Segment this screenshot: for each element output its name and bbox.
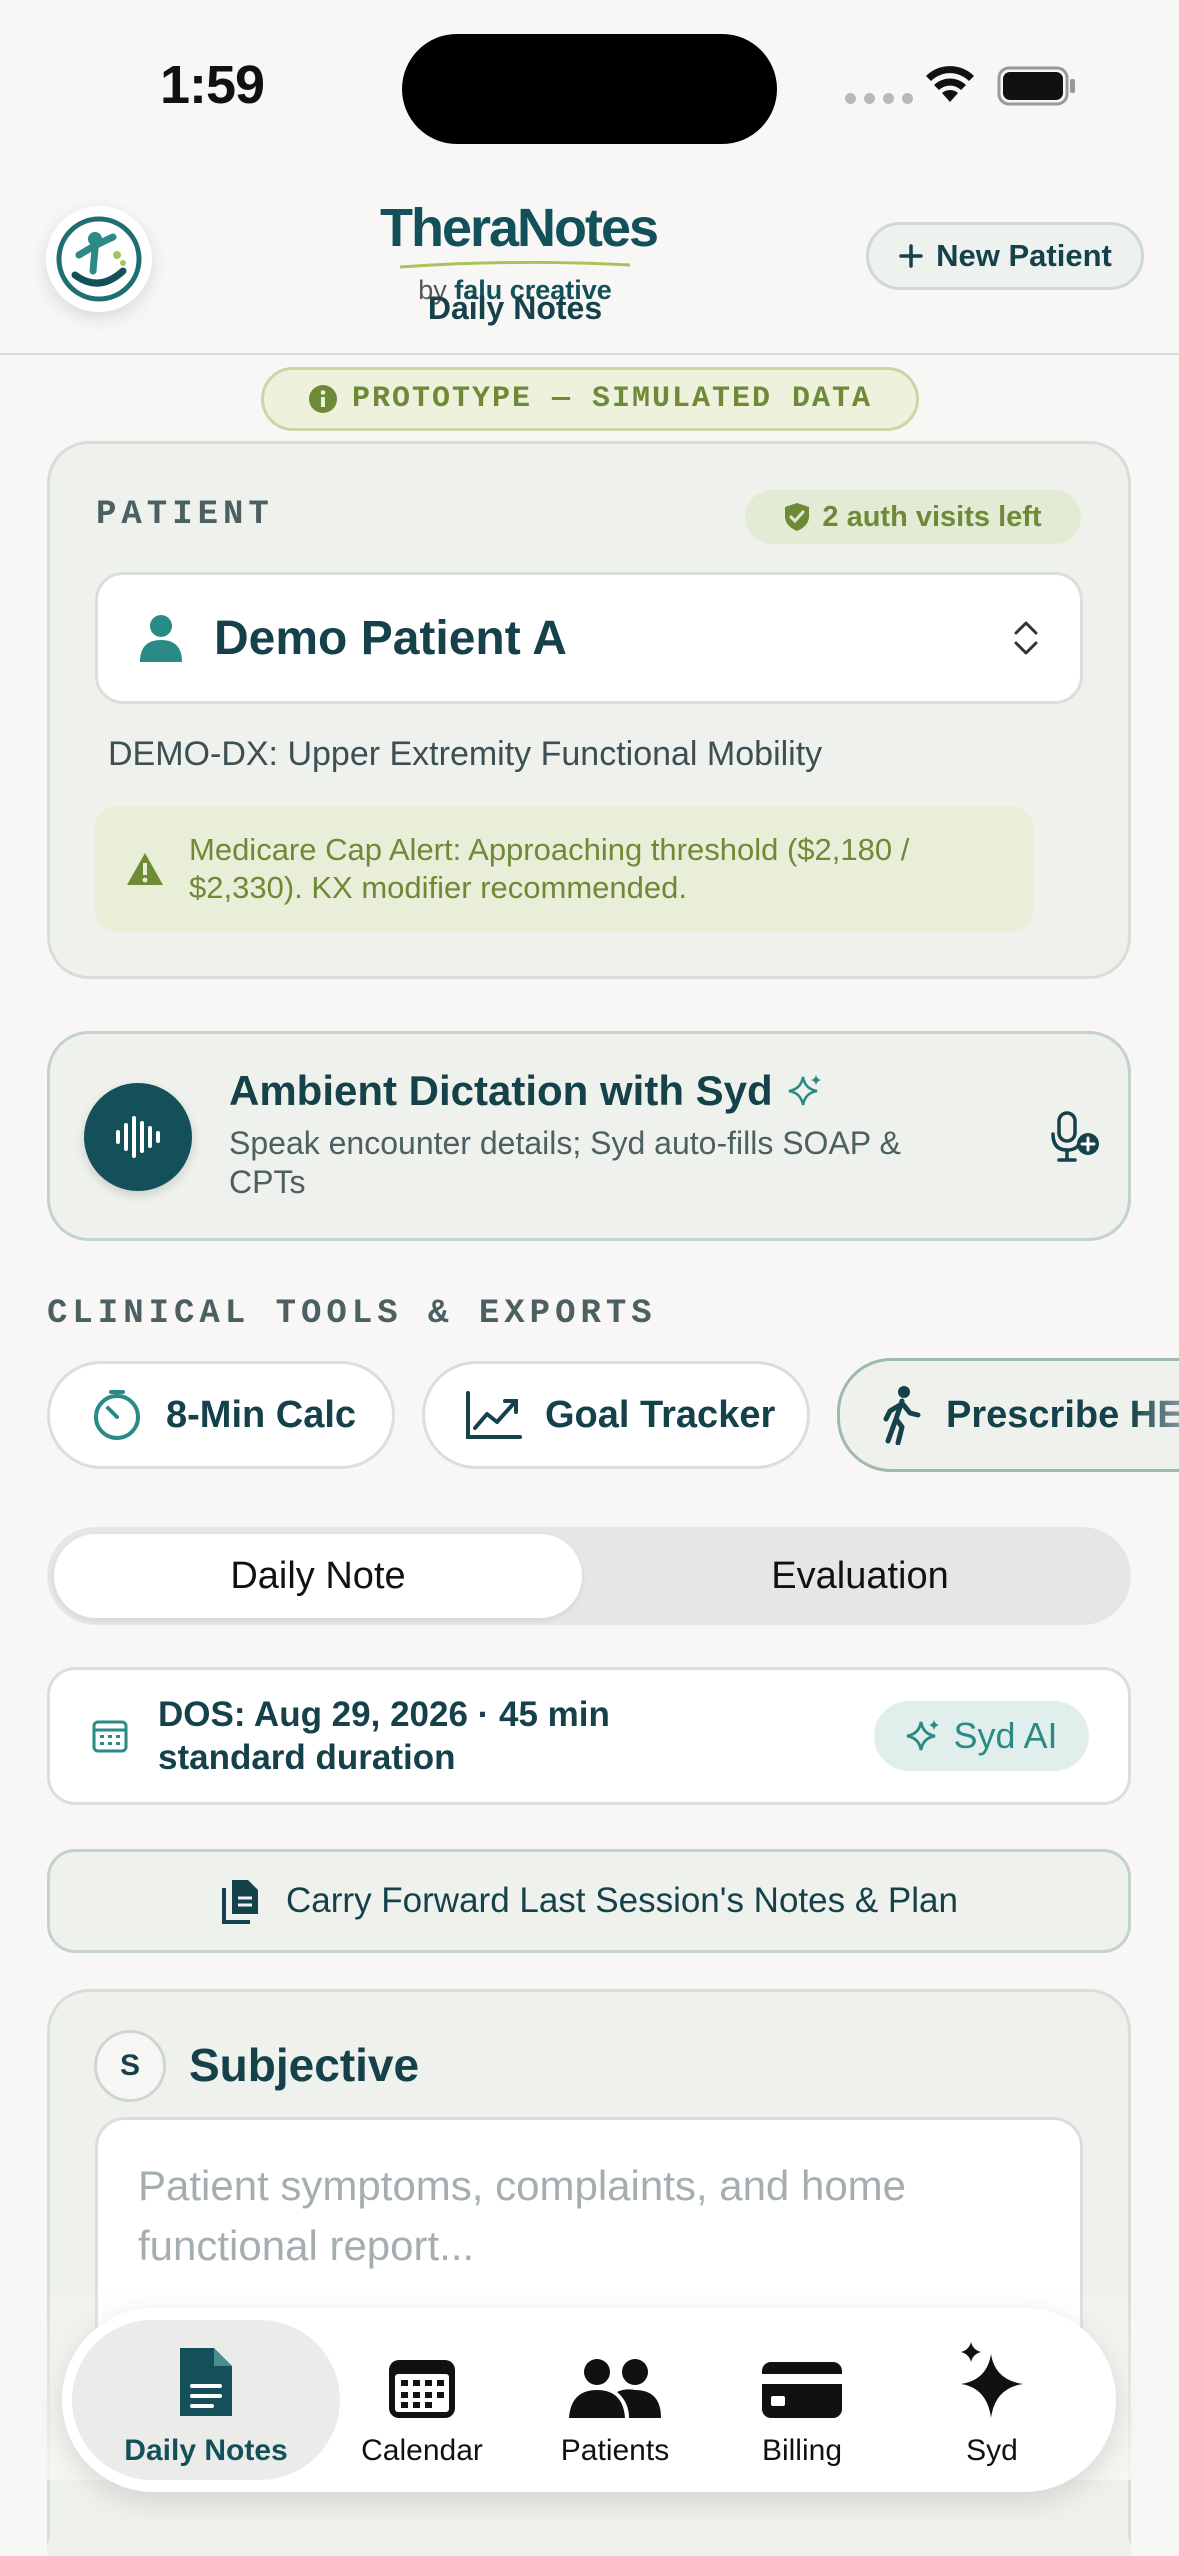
sparkle-icon (907, 1720, 940, 1751)
goal-tracker-label: Goal Tracker (545, 1393, 776, 1436)
brand-swoosh-icon (399, 260, 631, 269)
tab-calendar[interactable]: Calendar (322, 2330, 522, 2468)
auth-visits-badge: 2 auth visits left (745, 490, 1081, 544)
app-logo-button[interactable] (46, 206, 152, 312)
new-patient-button[interactable]: New Patient (866, 222, 1144, 290)
tab-billing-label: Billing (761, 2434, 843, 2467)
timer-icon (94, 1390, 140, 1440)
document-icon (180, 2348, 232, 2416)
credit-card-icon (762, 2362, 842, 2418)
waveform-icon (116, 1116, 160, 1158)
warning-icon (127, 853, 163, 885)
chevron-up-down-icon (1014, 621, 1038, 655)
tab-daily-note[interactable]: Daily Note (54, 1534, 582, 1618)
patient-name: Demo Patient A (214, 611, 567, 665)
status-time: 1:59 (160, 55, 265, 115)
header-divider (0, 353, 1179, 355)
tab-billing[interactable]: Billing (702, 2330, 902, 2468)
person-icon (140, 615, 182, 662)
auth-visits-label: 2 auth visits left (822, 500, 1042, 533)
patient-select[interactable]: Demo Patient A (95, 572, 1083, 704)
subjective-title: Subjective (189, 2039, 420, 2091)
eight-min-calc-label: 8-Min Calc (166, 1393, 357, 1436)
date-of-service-text: DOS: Aug 29, 2026 · 45 min standard dura… (158, 1695, 610, 1777)
shield-check-icon (785, 503, 810, 531)
medicare-cap-alert: Medicare Cap Alert: Approaching threshol… (95, 806, 1033, 932)
trend-chart-icon (466, 1391, 522, 1439)
tab-patients-label: Patients (560, 2434, 670, 2467)
medicare-cap-alert-text: Medicare Cap Alert: Approaching threshol… (189, 832, 910, 905)
syd-ai-button[interactable]: Syd AI (874, 1701, 1089, 1771)
carry-forward-label: Carry Forward Last Session's Notes & Pla… (286, 1881, 958, 1920)
mic-add-icon[interactable] (1050, 1110, 1100, 1166)
tab-daily-notes-label: Daily Notes (124, 2434, 288, 2467)
tab-calendar-label: Calendar (361, 2434, 483, 2467)
goal-tracker-button[interactable]: Goal Tracker (422, 1361, 810, 1469)
theranotes-logo-icon (56, 216, 142, 302)
wifi-icon (926, 66, 974, 102)
calendar-icon (389, 2360, 455, 2418)
patient-section-label: PATIENT (96, 496, 274, 534)
sparkles-icon (961, 2342, 1023, 2418)
prototype-banner: PROTOTYPE — SIMULATED DATA (261, 367, 919, 431)
sparkle-icon (788, 1075, 821, 1106)
people-icon (569, 2359, 661, 2418)
dictation-title: Ambient Dictation with Syd (229, 1067, 823, 1115)
prototype-banner-text: PROTOTYPE — SIMULATED DATA (351, 382, 873, 416)
copy-documents-icon (222, 1880, 259, 1924)
subjective-badge: S (94, 2030, 166, 2102)
brand-name: TheraNotes (380, 198, 659, 258)
info-icon (308, 385, 337, 413)
tab-syd-label: Syd (966, 2434, 1018, 2467)
page-title: Daily Notes (427, 290, 603, 326)
dictation-title-text: Ambient Dictation with Syd (229, 1067, 773, 1114)
tab-daily-notes[interactable]: Daily Notes (106, 2330, 306, 2468)
prescribe-hep-label: Prescribe HEP (946, 1393, 1179, 1436)
cellular-signal-icon (845, 93, 913, 104)
tab-syd[interactable]: Syd (892, 2330, 1092, 2468)
tab-evaluation[interactable]: Evaluation (596, 1534, 1124, 1618)
carry-forward-button[interactable]: Carry Forward Last Session's Notes & Pla… (47, 1849, 1131, 1953)
next-section-card (47, 2520, 1131, 2556)
clinical-tools-label: CLINICAL TOOLS & EXPORTS (47, 1295, 657, 1333)
walking-person-icon (883, 1386, 921, 1445)
plus-icon (899, 244, 923, 268)
eight-min-calc-button[interactable]: 8-Min Calc (47, 1361, 395, 1469)
tab-patients[interactable]: Patients (515, 2330, 715, 2468)
new-patient-label: New Patient (936, 238, 1112, 273)
prescribe-hep-button[interactable]: Prescribe HEP (837, 1358, 1179, 1472)
patient-diagnosis: DEMO-DX: Upper Extremity Functional Mobi… (108, 735, 823, 773)
start-dictation-button[interactable] (84, 1083, 192, 1191)
dynamic-island (402, 34, 777, 144)
dictation-subtitle: Speak encounter details; Syd auto-fills … (229, 1125, 901, 1200)
syd-ai-label: Syd AI (953, 1715, 1058, 1756)
battery-icon (997, 66, 1075, 106)
calendar-icon (92, 1720, 128, 1753)
